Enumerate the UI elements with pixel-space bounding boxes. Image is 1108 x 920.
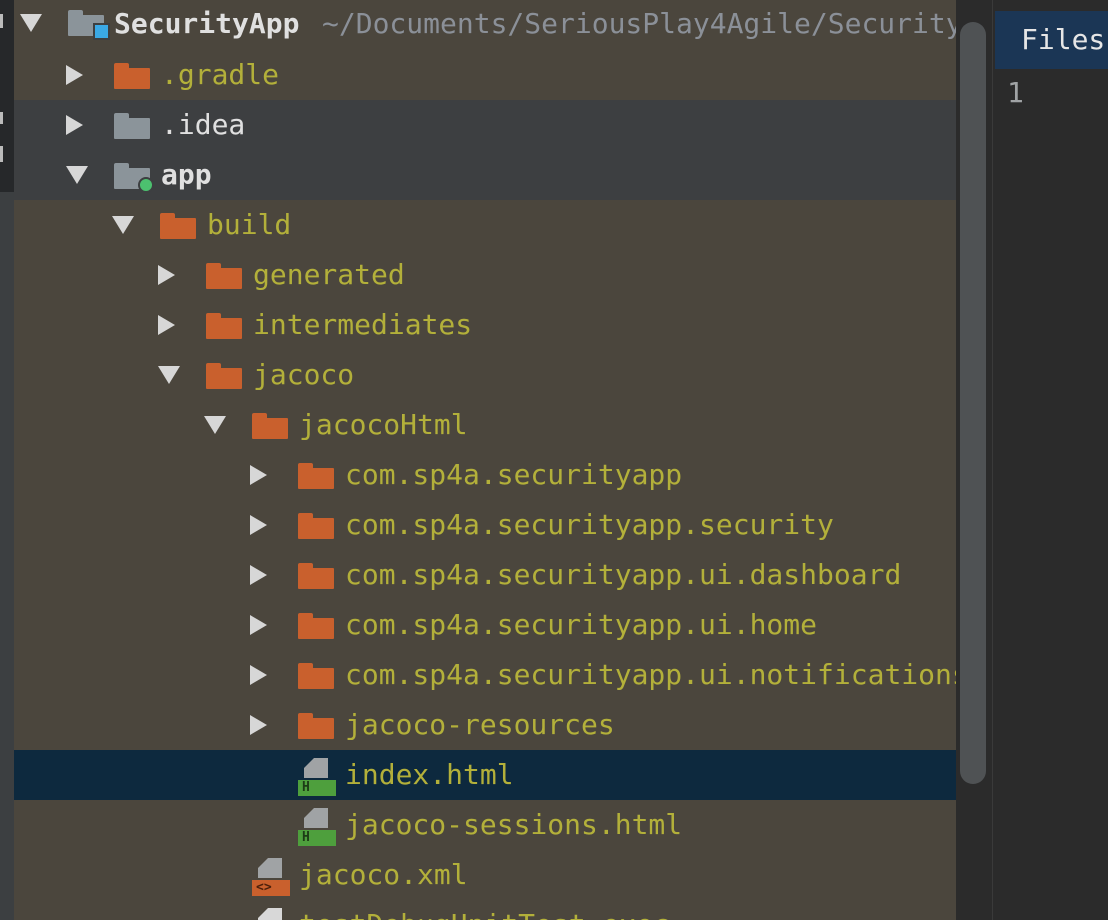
tree-item-label: jacoco-resources	[345, 708, 615, 741]
module-folder-icon	[114, 163, 154, 193]
scrollbar-thumb[interactable]	[960, 22, 986, 784]
expand-arrow-icon[interactable]	[250, 465, 267, 485]
tree-item-label: com.sp4a.securityapp.ui.notifications	[345, 658, 956, 691]
expand-arrow-icon[interactable]	[158, 265, 175, 285]
tree-item-label: jacocoHtml	[299, 408, 468, 441]
expand-arrow-icon[interactable]	[250, 565, 267, 585]
expand-arrow-icon[interactable]	[250, 515, 267, 535]
folder-icon	[206, 313, 242, 339]
tree-row-jacoco-xml[interactable]: <> jacoco.xml	[14, 850, 956, 900]
tree-item-label: jacoco.xml	[299, 858, 468, 891]
expand-arrow-icon[interactable]	[250, 715, 267, 735]
tree-row-jacocohtml[interactable]: jacocoHtml	[14, 400, 956, 450]
left-strip-mark	[0, 146, 3, 162]
editor-tab-files[interactable]: Files	[995, 11, 1108, 69]
html-file-badge: H	[298, 780, 336, 796]
folder-icon	[298, 713, 334, 739]
editor-tab-label: Files	[1021, 23, 1106, 56]
xml-file-icon: <>	[252, 858, 290, 896]
tree-scrollbar[interactable]	[956, 0, 992, 920]
html-file-badge: H	[298, 830, 336, 846]
folder-icon	[298, 613, 334, 639]
expand-arrow-icon[interactable]	[66, 65, 83, 85]
folder-icon	[298, 563, 334, 589]
folder-icon	[114, 63, 150, 89]
tree-row-generated[interactable]: generated	[14, 250, 956, 300]
tree-row-package[interactable]: com.sp4a.securityapp.ui.home	[14, 600, 956, 650]
tree-item-label: intermediates	[253, 308, 473, 341]
project-path: ~/Documents/SeriousPlay4Agile/SecurityAp	[322, 7, 956, 40]
tree-row-package[interactable]: com.sp4a.securityapp.security	[14, 500, 956, 550]
folder-icon	[252, 413, 288, 439]
project-tree[interactable]: SecurityApp ~/Documents/SeriousPlay4Agil…	[14, 0, 956, 920]
expand-arrow-icon[interactable]	[250, 665, 267, 685]
tree-item-label: jacoco-sessions.html	[345, 808, 683, 841]
tree-item-label: com.sp4a.securityapp	[345, 458, 683, 491]
tree-item-label: app	[161, 158, 212, 191]
tree-row-package[interactable]: com.sp4a.securityapp.ui.dashboard	[14, 550, 956, 600]
collapse-arrow-icon[interactable]	[112, 216, 134, 234]
tree-row-app[interactable]: app	[14, 150, 956, 200]
line-number: 1	[1007, 76, 1024, 109]
tree-item-label: .idea	[161, 108, 246, 141]
tree-row-package[interactable]: com.sp4a.securityapp.ui.notifications	[14, 650, 956, 700]
tree-item-label: generated	[253, 258, 405, 291]
tree-row-index-html[interactable]: H index.html	[14, 750, 956, 800]
collapse-arrow-icon[interactable]	[20, 14, 42, 32]
left-strip-mark	[0, 14, 3, 28]
left-tool-strip-dark-area	[0, 0, 14, 192]
tree-row-idea[interactable]: .idea	[14, 100, 956, 150]
expand-arrow-icon[interactable]	[66, 115, 83, 135]
file-icon	[252, 908, 290, 920]
tree-item-label: com.sp4a.securityapp.security	[345, 508, 834, 541]
tree-row-gradle[interactable]: .gradle	[14, 50, 956, 100]
tree-row-intermediates[interactable]: intermediates	[14, 300, 956, 350]
tree-row-jacoco-resources[interactable]: jacoco-resources	[14, 700, 956, 750]
tree-row-package[interactable]: com.sp4a.securityapp	[14, 450, 956, 500]
expand-arrow-icon[interactable]	[250, 615, 267, 635]
tree-row-exec-file[interactable]: testDebugUnitTest.exec	[14, 900, 956, 920]
project-name: SecurityApp	[114, 7, 300, 40]
expand-arrow-icon[interactable]	[158, 315, 175, 335]
tree-item-label: .gradle	[161, 58, 280, 91]
tree-item-label: com.sp4a.securityapp.ui.dashboard	[345, 558, 902, 591]
tree-row-jacoco-sessions[interactable]: H jacoco-sessions.html	[14, 800, 956, 850]
tree-row-jacoco[interactable]: jacoco	[14, 350, 956, 400]
folder-icon	[298, 463, 334, 489]
tree-item-label: build	[207, 208, 292, 241]
xml-file-badge: <>	[252, 880, 290, 896]
html-file-icon: H	[298, 758, 336, 796]
left-tool-strip	[0, 0, 14, 920]
folder-icon	[298, 663, 334, 689]
collapse-arrow-icon[interactable]	[66, 166, 88, 184]
folder-icon	[114, 113, 150, 139]
tree-item-label: jacoco	[253, 358, 355, 391]
editor-panel: Files 1	[992, 0, 1108, 920]
collapse-arrow-icon[interactable]	[158, 366, 180, 384]
folder-icon	[160, 213, 196, 239]
html-file-icon: H	[298, 808, 336, 846]
folder-icon	[206, 263, 242, 289]
folder-icon	[298, 513, 334, 539]
folder-icon	[206, 363, 242, 389]
tree-item-label: index.html	[345, 758, 514, 791]
collapse-arrow-icon[interactable]	[204, 416, 226, 434]
project-folder-icon	[68, 10, 110, 40]
tree-row-project-root[interactable]: SecurityApp ~/Documents/SeriousPlay4Agil…	[14, 0, 956, 50]
tree-item-label: testDebugUnitTest.exec	[299, 909, 670, 920]
left-strip-mark	[0, 112, 3, 124]
tree-item-label: com.sp4a.securityapp.ui.home	[345, 608, 818, 641]
tree-row-build[interactable]: build	[14, 200, 956, 250]
